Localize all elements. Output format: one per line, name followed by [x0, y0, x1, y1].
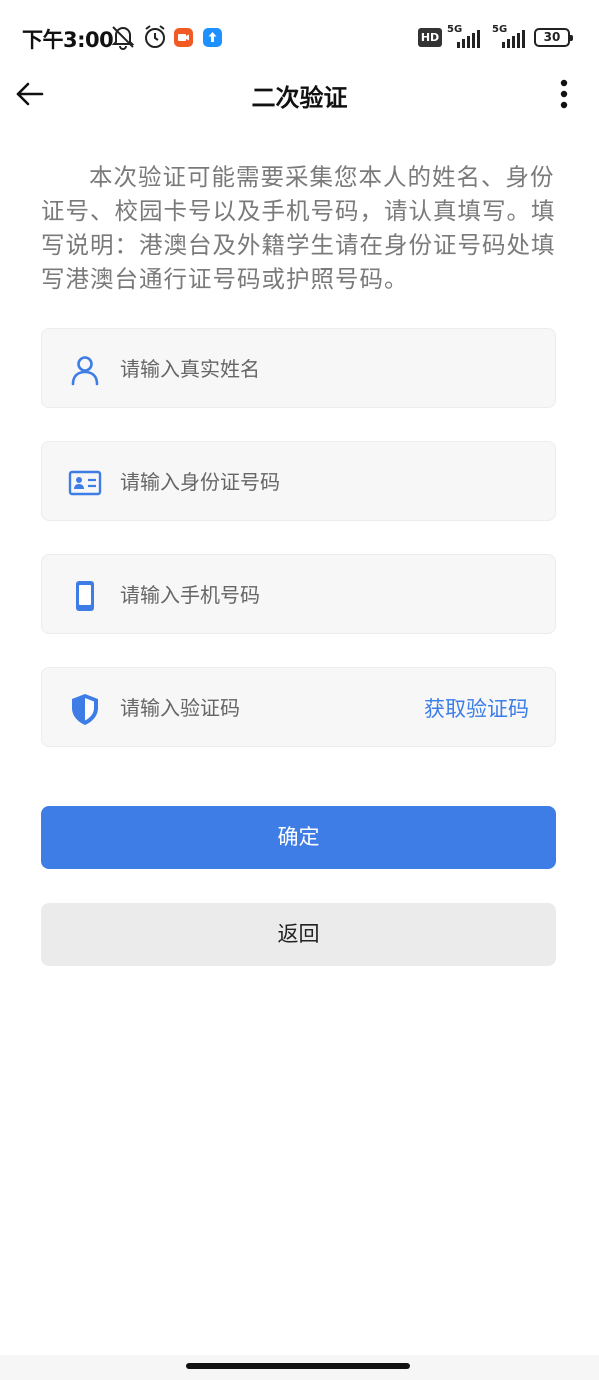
phone-field[interactable] — [41, 554, 556, 634]
verification-code-field[interactable]: 获取验证码 — [41, 667, 556, 747]
get-code-link[interactable]: 获取验证码 — [424, 693, 529, 723]
upload-app-icon — [203, 28, 222, 47]
video-app-icon — [174, 28, 193, 47]
alarm-icon — [145, 25, 165, 48]
battery-indicator: 30 — [534, 28, 573, 47]
more-vertical-icon[interactable] — [552, 76, 576, 112]
verification-description: 本次验证可能需要采集您本人的姓名、身份证号、校园卡号以及手机号码，请认真填写。填… — [41, 163, 556, 293]
mute-icon — [111, 26, 135, 50]
id-number-input[interactable] — [120, 462, 400, 502]
name-input[interactable] — [120, 349, 400, 389]
shield-icon — [72, 694, 98, 725]
name-field[interactable] — [41, 328, 556, 408]
person-icon — [71, 356, 99, 386]
signal-strength-icon: 5G — [445, 24, 485, 48]
signal-strength-icon: 5G — [490, 24, 530, 48]
hd-badge: HD — [418, 28, 442, 47]
verification-code-input[interactable] — [120, 688, 340, 728]
phone-icon — [76, 581, 94, 611]
home-indicator[interactable] — [186, 1363, 410, 1369]
status-bar: 下午3:00 HD 5G 5G 30 — [0, 0, 599, 76]
id-card-icon — [68, 470, 102, 496]
page: 下午3:00 HD 5G 5G 30 二次验证 本次验证可能需要采集您本人的姓名… — [0, 0, 599, 1380]
id-number-field[interactable] — [41, 441, 556, 521]
gesture-bar — [0, 1355, 599, 1380]
phone-input[interactable] — [120, 575, 400, 615]
confirm-button[interactable]: 确定 — [41, 806, 556, 869]
status-time: 下午3:00 — [22, 28, 114, 52]
back-button[interactable]: 返回 — [41, 903, 556, 966]
page-title: 二次验证 — [251, 84, 348, 112]
app-header: 二次验证 — [0, 66, 599, 122]
